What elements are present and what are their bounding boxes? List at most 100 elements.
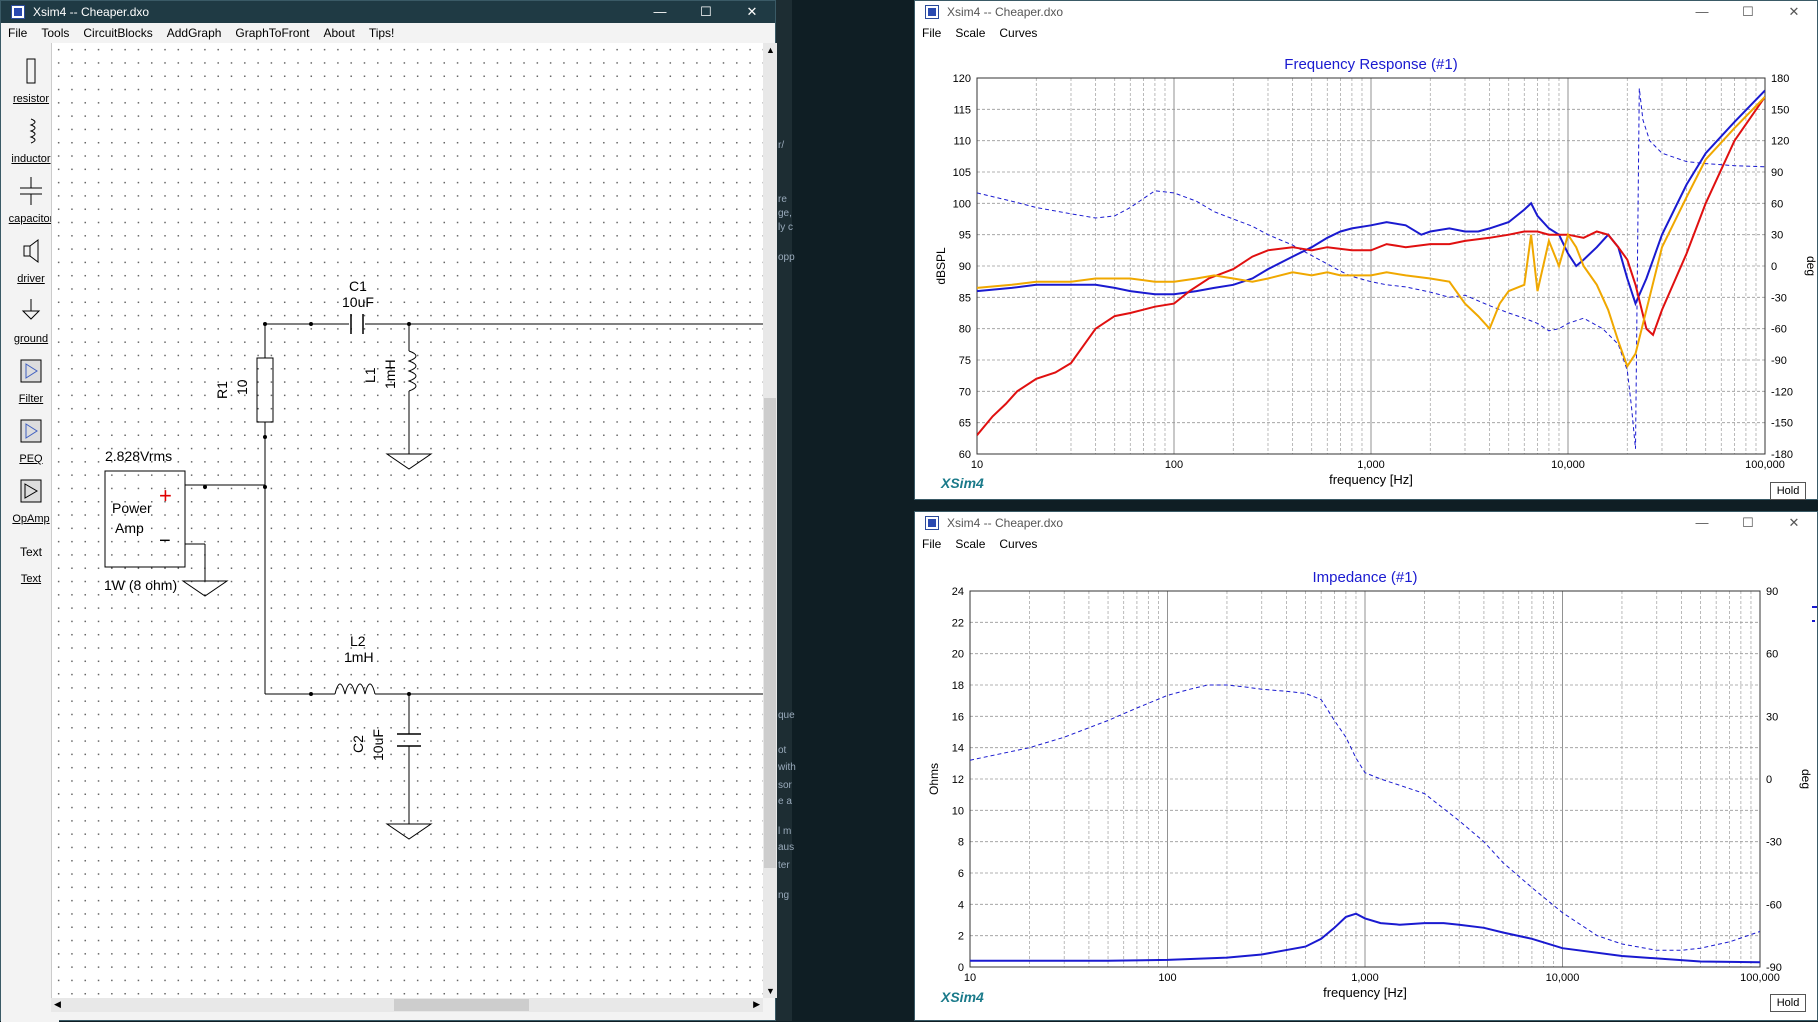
y2-tick-label: 120: [1771, 136, 1789, 148]
menu-file[interactable]: File: [915, 26, 948, 40]
menu-curves[interactable]: Curves: [992, 26, 1044, 40]
horizontal-scrollbar[interactable]: ◀ ▶: [51, 998, 763, 1012]
y-tick-label: 65: [959, 418, 971, 430]
impedance-window: Xsim4 -- Cheaper.dxo — ☐ ✕ File Scale Curv…: [914, 511, 1818, 1021]
freq-menubar: File Scale Curves: [915, 23, 1817, 43]
x-tick-label: 10: [964, 972, 976, 984]
y2-tick-label: 0: [1771, 261, 1777, 273]
minimize-button[interactable]: —: [1679, 1, 1725, 23]
window-title: Xsim4 -- Cheaper.dxo: [947, 5, 1064, 19]
background-text-fragment: ter: [778, 860, 790, 871]
background-text-fragment: que: [778, 710, 795, 721]
y-tick-label: 120: [953, 73, 971, 85]
close-button[interactable]: ✕: [1771, 512, 1817, 534]
y-tick-label: 14: [952, 743, 964, 755]
menu-scale[interactable]: Scale: [948, 26, 992, 40]
y-tick-label: 20: [952, 649, 964, 661]
r1-value: 10: [234, 379, 250, 395]
maximize-button[interactable]: ☐: [1725, 512, 1771, 534]
y-tick-label: 12: [952, 774, 964, 786]
hold-button[interactable]: Hold: [1770, 994, 1806, 1012]
l2-value: 1mH: [344, 649, 374, 665]
y-tick-label: 90: [959, 261, 971, 273]
amp-line1: Power: [112, 500, 152, 516]
scroll-down-arrow[interactable]: ▼: [766, 986, 775, 996]
imp-titlebar[interactable]: Xsim4 -- Cheaper.dxo — ☐ ✕: [915, 512, 1817, 534]
impedance-chart: Impedance (#1)024681012141618202224-90-6…: [927, 569, 1817, 1000]
x-tick-label: 1,000: [1351, 972, 1379, 984]
x-tick-label: 100: [1158, 972, 1176, 984]
y-tick-label: 24: [952, 586, 964, 598]
y2-tick-label: 90: [1771, 167, 1783, 179]
y-tick-label: 60: [959, 449, 971, 461]
imp-menubar: File Scale Curves: [915, 534, 1817, 554]
scroll-thumb-h[interactable]: [394, 999, 529, 1011]
y2-tick-label: 30: [1771, 230, 1783, 242]
r1-name: R1: [214, 381, 230, 399]
background-text-fragment: re: [778, 194, 787, 205]
y2-tick-label: 180: [1771, 73, 1789, 85]
background-text-fragment: e a: [778, 796, 792, 807]
window-title: Xsim4 -- Cheaper.dxo: [947, 516, 1064, 530]
amp-line2: Amp: [115, 520, 144, 536]
background-text-fragment: with: [778, 762, 796, 773]
close-button[interactable]: ✕: [1771, 1, 1817, 23]
y-tick-label: 100: [953, 198, 971, 210]
y-tick-label: 4: [958, 899, 964, 911]
background-text-fragment: aus: [778, 842, 795, 853]
y2-tick-label: 90: [1766, 586, 1778, 598]
y2-tick-label: -90: [1771, 355, 1787, 367]
y-tick-label: 10: [952, 805, 964, 817]
xsim4-brand: XSim4: [941, 475, 984, 491]
scroll-thumb-v[interactable]: [764, 398, 776, 868]
app-icon: [925, 516, 939, 530]
y-axis-label: Ohms: [927, 763, 941, 795]
x-tick-label: 10: [971, 459, 983, 471]
vertical-scrollbar[interactable]: ▲ ▼: [763, 43, 777, 998]
c1-value: 10uF: [342, 294, 374, 310]
freq-titlebar[interactable]: Xsim4 -- Cheaper.dxo — ☐ ✕: [915, 1, 1817, 23]
c1-name: C1: [349, 278, 367, 294]
maximize-button[interactable]: ☐: [1725, 1, 1771, 23]
chart-title: Impedance (#1): [1312, 569, 1417, 586]
x-tick-label: 100: [1165, 459, 1183, 471]
x-tick-label: 10,000: [1546, 972, 1580, 984]
schematic-drawing: + − + − + − C1 10uF L1 1mH R1 10 L2 1mH …: [104, 278, 777, 840]
x-tick-label: 1,000: [1357, 459, 1385, 471]
y2-tick-label: 60: [1766, 649, 1778, 661]
scroll-left-arrow[interactable]: ◀: [54, 999, 61, 1010]
y-tick-label: 115: [953, 104, 971, 116]
y2-tick-label: 0: [1766, 774, 1772, 786]
l2-coil: [334, 683, 376, 695]
hold-button[interactable]: Hold: [1770, 482, 1806, 500]
y-tick-label: 80: [959, 324, 971, 336]
ground-symbol-amp: [181, 580, 229, 597]
x-tick-label: 10,000: [1551, 459, 1585, 471]
x-tick-label: 100,000: [1740, 972, 1780, 984]
app-icon: [925, 5, 939, 19]
scroll-right-arrow[interactable]: ▶: [753, 999, 760, 1010]
scroll-up-arrow[interactable]: ▲: [766, 45, 775, 55]
xsim4-brand: XSim4: [941, 989, 984, 1005]
y2-tick-label: -30: [1771, 292, 1787, 304]
y2-tick-label: -30: [1766, 837, 1782, 849]
background-text-fragment: r/: [778, 140, 785, 151]
menu-curves[interactable]: Curves: [992, 537, 1044, 551]
y2-tick-label: -120: [1771, 386, 1793, 398]
y2-tick-label: -150: [1771, 418, 1793, 430]
menu-file[interactable]: File: [915, 537, 948, 551]
c2-value: 10uF: [370, 729, 386, 761]
y2-tick-label: 60: [1771, 198, 1783, 210]
y-tick-label: 95: [959, 230, 971, 242]
menu-scale[interactable]: Scale: [948, 537, 992, 551]
y-tick-label: 75: [959, 355, 971, 367]
c2-name: C2: [350, 735, 366, 753]
minimize-button[interactable]: —: [1679, 512, 1725, 534]
x-axis-label: frequency [Hz]: [1329, 472, 1413, 487]
background-text-fragment: opp: [778, 252, 795, 263]
y-tick-label: 22: [952, 617, 964, 629]
y-tick-label: 8: [958, 837, 964, 849]
background-text-fragment: ly c: [778, 222, 793, 233]
y2-tick-label: 150: [1771, 104, 1789, 116]
y-tick-label: 70: [959, 386, 971, 398]
